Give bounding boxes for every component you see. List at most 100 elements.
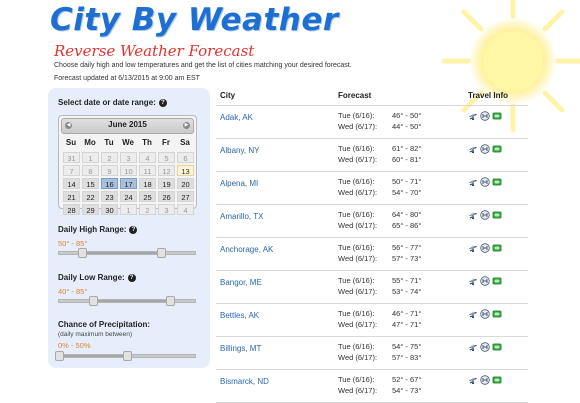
flight-icon[interactable]	[468, 243, 478, 253]
car-rental-icon[interactable]	[492, 210, 502, 220]
calendar-day[interactable]: 19	[158, 178, 175, 189]
precipitation-note: (daily maximum between)	[58, 331, 133, 338]
next-month-icon[interactable]: ▶	[183, 122, 190, 129]
calendar-day[interactable]: 22	[82, 191, 99, 202]
calendar-day: 5	[158, 152, 175, 163]
calendar-day[interactable]: 13	[177, 165, 194, 176]
forecast-temp: 55° - 71°	[392, 276, 422, 285]
calendar-day[interactable]: 15	[82, 178, 99, 189]
travel-info-icons	[468, 375, 504, 385]
calendar-day[interactable]: 20	[177, 178, 194, 189]
forecast-day: Wed (6/17):	[338, 254, 378, 263]
slider-fill	[93, 300, 170, 302]
calendar-day[interactable]: 14	[63, 178, 80, 189]
calendar-day[interactable]: 21	[63, 191, 80, 202]
flight-icon[interactable]	[468, 177, 478, 187]
city-link[interactable]: Billings, MT	[220, 344, 261, 353]
slider-handle-min[interactable]	[89, 296, 98, 306]
slider-handle-min[interactable]	[55, 351, 64, 361]
slider-handle-max[interactable]	[165, 296, 175, 306]
car-rental-icon[interactable]	[492, 342, 502, 352]
calendar-day: 31	[63, 152, 80, 163]
slider-handle-max[interactable]	[157, 248, 166, 258]
calendar-day[interactable]: 28	[63, 204, 80, 215]
row-divider	[216, 138, 528, 139]
car-rental-icon[interactable]	[492, 177, 502, 187]
car-rental-icon[interactable]	[492, 309, 502, 319]
calendar-day: 4	[177, 204, 194, 215]
flight-icon[interactable]	[468, 309, 478, 319]
high-range-value: 50° - 85°	[58, 239, 88, 248]
hotel-icon[interactable]	[480, 111, 490, 121]
high-range-heading: Daily High Range:?	[58, 225, 138, 234]
row-divider	[216, 336, 528, 337]
forecast-temp: 65° - 86°	[392, 221, 422, 230]
city-link[interactable]: Bismarck, ND	[220, 377, 269, 386]
flight-icon[interactable]	[468, 111, 478, 121]
hotel-icon[interactable]	[480, 243, 490, 253]
city-link[interactable]: Anchorage, AK	[220, 245, 273, 254]
city-link[interactable]: Adak, AK	[220, 113, 253, 122]
forecast-temp: 46° - 71°	[392, 309, 422, 318]
forecast-temp: 44° - 50°	[392, 122, 422, 131]
slider-handle-max[interactable]	[123, 351, 132, 361]
city-link[interactable]: Alpena, MI	[220, 179, 258, 188]
calendar-day: 12	[158, 165, 175, 176]
city-link[interactable]: Amarillo, TX	[220, 212, 263, 221]
calendar-day[interactable]: 29	[82, 204, 99, 215]
calendar-day[interactable]: 16	[101, 178, 118, 189]
low-range-slider[interactable]	[58, 296, 196, 306]
hotel-icon[interactable]	[480, 144, 490, 154]
forecast-temp: 61° - 82°	[392, 144, 422, 153]
flight-icon[interactable]	[468, 375, 478, 385]
calendar-day[interactable]: 30	[101, 204, 118, 215]
site-logo[interactable]: City By Weather	[50, 2, 339, 38]
flight-icon[interactable]	[468, 210, 478, 220]
calendar-day[interactable]: 25	[139, 191, 156, 202]
low-range-heading: Daily Low Range:?	[58, 273, 136, 282]
city-link[interactable]: Bangor, ME	[220, 278, 262, 287]
calendar-day[interactable]: 18	[139, 178, 156, 189]
car-rental-icon[interactable]	[492, 276, 502, 286]
help-icon[interactable]: ?	[127, 274, 136, 282]
calendar-day[interactable]: 17	[120, 178, 137, 189]
slider-handle-min[interactable]	[77, 248, 87, 258]
forecast-day: Wed (6/17):	[338, 188, 378, 197]
precipitation-slider[interactable]	[55, 351, 196, 361]
flight-icon[interactable]	[468, 144, 478, 154]
calendar-day: 11	[139, 165, 156, 176]
calendar-day[interactable]: 24	[120, 191, 137, 202]
high-range-slider[interactable]	[58, 248, 196, 258]
car-rental-icon[interactable]	[492, 375, 502, 385]
calendar-day: 3	[120, 152, 137, 163]
city-link[interactable]: Albany, NY	[220, 146, 259, 155]
calendar-day[interactable]: 27	[177, 191, 194, 202]
hotel-icon[interactable]	[480, 210, 490, 220]
hotel-icon[interactable]	[480, 309, 490, 319]
calendar-day: 1	[120, 204, 137, 215]
help-icon[interactable]: ?	[129, 226, 138, 234]
hotel-icon[interactable]	[480, 375, 490, 385]
forecast-day: Tue (6/16):	[338, 144, 375, 153]
forecast-day: Wed (6/17):	[338, 320, 378, 329]
hotel-icon[interactable]	[480, 177, 490, 187]
flight-icon[interactable]	[468, 276, 478, 286]
hotel-icon[interactable]	[480, 276, 490, 286]
precipitation-label: Chance of Precipitation:	[58, 320, 151, 329]
high-range-label: Daily High Range:	[58, 225, 127, 234]
slider-fill	[81, 252, 161, 254]
car-rental-icon[interactable]	[492, 111, 502, 121]
forecast-temp: 47° - 71°	[392, 320, 422, 329]
flight-icon[interactable]	[468, 342, 478, 352]
car-rental-icon[interactable]	[492, 243, 502, 253]
row-divider	[216, 171, 528, 172]
city-link[interactable]: Bettles, AK	[220, 311, 259, 320]
calendar-day: 1	[82, 152, 99, 163]
forecast-day: Wed (6/17):	[338, 287, 378, 296]
calendar-day[interactable]: 23	[101, 191, 118, 202]
hotel-icon[interactable]	[480, 342, 490, 352]
forecast-day: Wed (6/17):	[338, 155, 378, 164]
help-icon[interactable]: ?	[158, 99, 167, 107]
calendar-day[interactable]: 26	[158, 191, 175, 202]
car-rental-icon[interactable]	[492, 144, 502, 154]
